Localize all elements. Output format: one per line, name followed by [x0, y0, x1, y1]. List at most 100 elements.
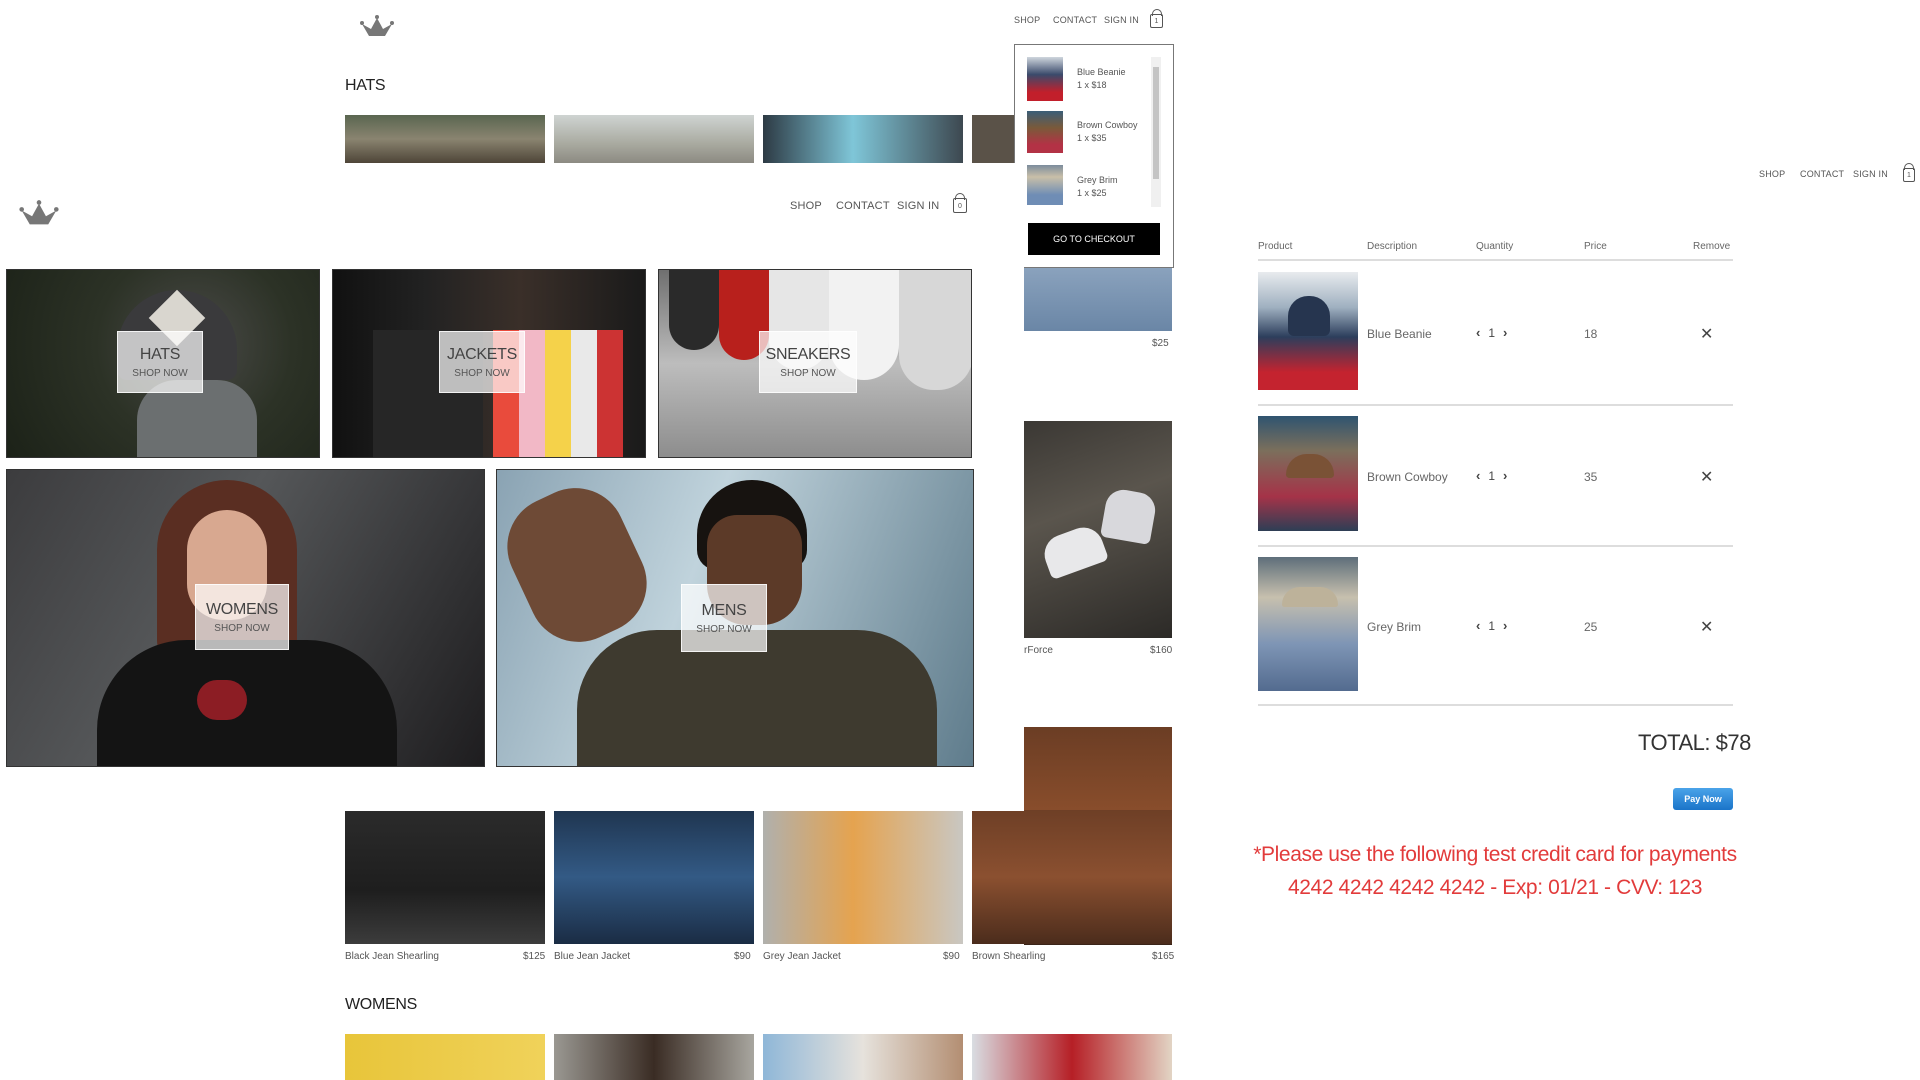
quantity-stepper: ‹ 1 › — [1476, 618, 1507, 633]
cart-item-image — [1027, 165, 1063, 205]
crown-logo-icon[interactable] — [19, 199, 59, 229]
product-price: $90 — [734, 951, 751, 962]
go-to-checkout-button[interactable]: GO TO CHECKOUT — [1028, 223, 1160, 255]
tile-title: MENS — [701, 601, 747, 619]
product-price: $160 — [1150, 645, 1173, 656]
product-price: $90 — [943, 951, 960, 962]
cart-item-qty: 1 x $25 — [1077, 188, 1107, 198]
header-quantity: Quantity — [1476, 241, 1514, 252]
product-price: $165 — [1152, 951, 1175, 962]
checkout-item-price: 35 — [1584, 470, 1598, 484]
product-image[interactable] — [972, 115, 1016, 163]
decrease-quantity-button[interactable]: ‹ — [1476, 325, 1480, 340]
tile-title: SNEAKERS — [765, 345, 851, 363]
increase-quantity-button[interactable]: › — [1503, 618, 1507, 633]
product-image[interactable] — [345, 1034, 545, 1080]
quantity-value: 1 — [1488, 468, 1496, 483]
header-remove: Remove — [1693, 241, 1731, 252]
homepage-window: SHOP CONTACT SIGN IN 0 HATS SHOP NOW JAC… — [0, 163, 1024, 811]
cart-item-image — [1027, 111, 1063, 153]
product-name: Blue Jean Jacket — [554, 951, 631, 962]
nav-sign-in[interactable]: SIGN IN — [1853, 169, 1888, 179]
cart-dropdown-scrollbar[interactable] — [1151, 57, 1161, 207]
header-description: Description — [1367, 241, 1418, 252]
decrease-quantity-button[interactable]: ‹ — [1476, 468, 1480, 483]
divider — [1258, 704, 1733, 706]
nav-shop[interactable]: SHOP — [790, 200, 822, 212]
pay-now-button[interactable]: Pay Now — [1673, 788, 1733, 810]
cart-item-qty: 1 x $35 — [1077, 133, 1107, 143]
product-image[interactable] — [1024, 268, 1172, 331]
nav-shop[interactable]: SHOP — [1014, 15, 1040, 25]
checkout-item-description: Grey Brim — [1367, 620, 1421, 634]
product-name: Brown Shearling — [972, 951, 1046, 962]
product-image[interactable] — [554, 1034, 754, 1080]
tile-title: WOMENS — [206, 600, 278, 618]
remove-item-icon[interactable]: ✕ — [1700, 467, 1713, 487]
cart-item-qty: 1 x $18 — [1077, 80, 1107, 90]
quantity-stepper: ‹ 1 › — [1476, 325, 1507, 340]
product-image[interactable] — [345, 115, 545, 163]
increase-quantity-button[interactable]: › — [1503, 468, 1507, 483]
scrollbar-thumb[interactable] — [1153, 67, 1159, 179]
product-image[interactable] — [972, 810, 1172, 944]
product-price: $25 — [1152, 338, 1169, 349]
nav-contact[interactable]: CONTACT — [1053, 15, 1097, 25]
nav-sign-in[interactable]: SIGN IN — [1104, 15, 1139, 25]
product-name: Grey Jean Jacket — [763, 951, 841, 962]
product-image[interactable] — [763, 810, 963, 944]
directory-tile-sneakers[interactable]: SNEAKERS SHOP NOW — [658, 269, 972, 458]
divider — [1258, 259, 1733, 261]
checkout-item-image — [1258, 272, 1358, 390]
divider — [1258, 404, 1733, 406]
decrease-quantity-button[interactable]: ‹ — [1476, 618, 1480, 633]
nav-contact[interactable]: CONTACT — [836, 200, 890, 212]
directory-tile-label: WOMENS SHOP NOW — [195, 584, 289, 650]
quantity-stepper: ‹ 1 › — [1476, 468, 1507, 483]
shopping-bag-icon[interactable]: 1 — [1903, 163, 1915, 182]
product-name: rForce — [1024, 645, 1053, 656]
test-card-details: 4242 4242 4242 4242 - Exp: 01/21 - CVV: … — [1287, 876, 1702, 899]
product-image[interactable] — [554, 810, 754, 944]
nav-contact[interactable]: CONTACT — [1800, 169, 1844, 179]
product-image[interactable] — [554, 115, 754, 163]
tile-title: HATS — [139, 345, 181, 363]
tile-subtitle: SHOP NOW — [132, 367, 188, 379]
product-image[interactable] — [972, 1034, 1172, 1080]
divider — [1258, 545, 1733, 547]
cart-item-name: Grey Brim — [1077, 175, 1118, 185]
directory-tile-label: SNEAKERS SHOP NOW — [759, 331, 857, 393]
nav-sign-in[interactable]: SIGN IN — [897, 200, 939, 212]
directory-tile-mens[interactable]: MENS SHOP NOW — [496, 469, 974, 767]
checkout-item-description: Brown Cowboy — [1367, 470, 1448, 484]
directory-tile-label: MENS SHOP NOW — [681, 584, 767, 652]
product-name: Black Jean Shearling — [345, 951, 439, 962]
remove-item-icon[interactable]: ✕ — [1700, 617, 1713, 637]
shopping-bag-icon[interactable]: 1 — [1150, 9, 1163, 28]
tile-subtitle: SHOP NOW — [696, 623, 752, 635]
header-price: Price — [1584, 241, 1607, 252]
increase-quantity-button[interactable]: › — [1503, 325, 1507, 340]
product-image[interactable] — [345, 810, 545, 944]
checkout-item-description: Blue Beanie — [1367, 327, 1432, 341]
product-image[interactable] — [763, 115, 963, 163]
section-title-hats: HATS — [345, 77, 386, 94]
directory-tile-label: JACKETS SHOP NOW — [439, 331, 525, 393]
directory-tile-jackets[interactable]: JACKETS SHOP NOW — [332, 269, 646, 458]
tile-subtitle: SHOP NOW — [214, 622, 270, 634]
directory-tile-womens[interactable]: WOMENS SHOP NOW — [6, 469, 485, 767]
checkout-item-price: 18 — [1584, 327, 1598, 341]
product-image[interactable] — [1024, 421, 1172, 638]
product-image[interactable] — [763, 1034, 963, 1080]
remove-item-icon[interactable]: ✕ — [1700, 324, 1713, 344]
test-card-note: *Please use the following test credit ca… — [1253, 843, 1737, 866]
quantity-value: 1 — [1488, 325, 1496, 340]
cart-dropdown: Blue Beanie 1 x $18 Brown Cowboy 1 x $35… — [1014, 44, 1174, 268]
header-product: Product — [1258, 241, 1293, 252]
directory-tile-hats[interactable]: HATS SHOP NOW — [6, 269, 320, 458]
nav-shop[interactable]: SHOP — [1759, 169, 1785, 179]
crown-logo-icon[interactable] — [360, 14, 394, 40]
shopping-bag-icon[interactable]: 0 — [953, 193, 967, 213]
cart-item-image — [1027, 57, 1063, 101]
product-price: $125 — [523, 951, 546, 962]
